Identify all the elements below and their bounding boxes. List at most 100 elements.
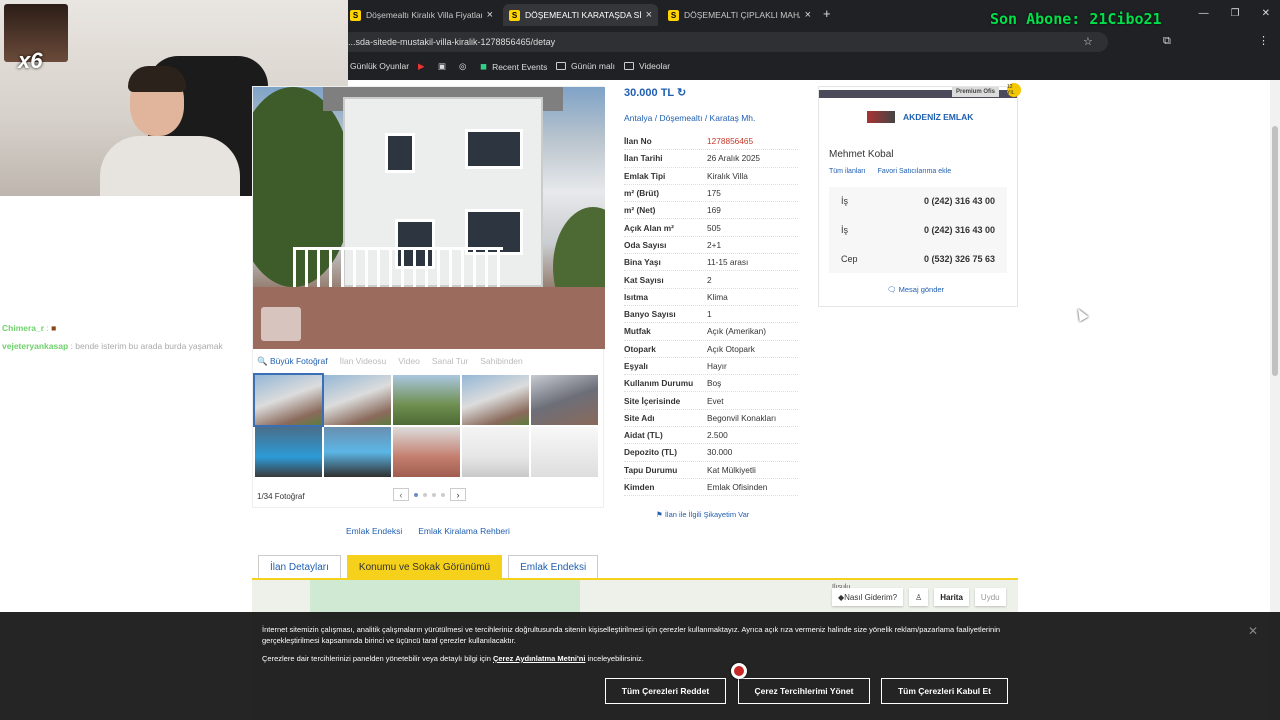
bookmark-recent-events[interactable]: ◼ Recent Events (480, 61, 547, 72)
listing-details-table: İlan No 1278856465 İlan Tarihi 26 Aralık 20… (624, 133, 798, 497)
thumbnail[interactable] (324, 375, 391, 425)
minimize-icon[interactable]: — (1199, 8, 1209, 19)
new-tab-icon[interactable]: + (823, 6, 831, 21)
directions-button[interactable]: ◆ Nasıl Giderim? (832, 588, 904, 606)
streamer (100, 66, 240, 196)
tab-real-estate-index[interactable]: Emlak Endeksi (508, 555, 599, 579)
page-dot[interactable] (432, 492, 436, 497)
thumbnail[interactable] (393, 427, 460, 477)
enlarge-photo-button[interactable]: 🔍 Büyük Fotoğraf (257, 356, 328, 367)
cookie-policy-link[interactable]: Çerez Aydınlatma Metni'ni (493, 654, 586, 663)
bookmark-videolar[interactable]: Videolar (624, 61, 670, 71)
page-dot[interactable] (414, 492, 418, 497)
real-estate-index-link[interactable]: Emlak Endeksi (346, 526, 402, 536)
phone-row: İş 0 (242) 316 43 00 (829, 187, 1007, 216)
image-icon[interactable]: ▣ (438, 61, 446, 72)
thumbnail[interactable] (253, 373, 324, 427)
all-listings-link[interactable]: Tüm ilanları (829, 168, 866, 175)
rental-guide-link[interactable]: Emlak Kiralama Rehberi (418, 526, 510, 536)
close-tab-icon[interactable]: × (487, 9, 493, 21)
thumbnail[interactable] (531, 375, 598, 425)
phone-number[interactable]: 0 (532) 326 75 63 (924, 254, 995, 264)
detail-value: 2+1 (707, 239, 722, 250)
satellite-view-button[interactable]: Uydu (974, 588, 1006, 606)
detail-value: Hayır (707, 361, 727, 371)
breadcrumb-district[interactable]: Döşemealtı (659, 113, 702, 123)
agent-name: Mehmet Kobal (829, 149, 894, 160)
close-tab-icon[interactable]: × (646, 9, 652, 21)
phone-list: İş 0 (242) 316 43 00 İş 0 (242) 316 43 00 … (829, 187, 1007, 274)
detail-key: Isıtma (624, 291, 648, 302)
next-page-button[interactable]: › (450, 488, 466, 501)
map-location-pin[interactable] (731, 663, 747, 679)
agency-logo (867, 111, 895, 123)
detail-value: 1278856465 (707, 136, 754, 147)
person-icon[interactable]: ♙ (909, 588, 929, 606)
scrollbar-thumb[interactable] (1272, 126, 1278, 376)
detail-row: Mutfak Açık (Amerikan) (624, 323, 798, 341)
reject-cookies-button[interactable]: Tüm Çerezleri Reddet (605, 678, 726, 704)
extensions-icon[interactable]: ⧉ (1163, 35, 1171, 48)
thumbnail[interactable] (324, 427, 391, 477)
price-history-icon[interactable]: ↻ (677, 87, 686, 99)
accept-cookies-button[interactable]: Tüm Çerezleri Kabul Et (881, 678, 1008, 704)
send-message-link[interactable]: 🗨 Mesaj gönder (887, 285, 944, 294)
breadcrumb-neighborhood[interactable]: Karataş Mh. (710, 113, 756, 123)
detail-key: Site Adı (624, 412, 655, 423)
detail-row: Kimden Emlak Ofisinden (624, 479, 798, 497)
tab-location-street-view[interactable]: Konumu ve Sokak Görünümü (346, 555, 503, 579)
agency-link[interactable]: AKDENİZ EMLAK (867, 111, 973, 123)
bookmark-gunluk-oyunlar[interactable]: Günlük Oyunlar (350, 61, 409, 71)
detail-row: Isıtma Klima (624, 289, 798, 306)
close-icon[interactable]: ✕ (1248, 624, 1258, 638)
manage-cookies-button[interactable]: Çerez Tercihlerimi Yönet (738, 678, 870, 704)
thumbnail-grid (253, 373, 598, 477)
map-view-button[interactable]: Harita (934, 588, 969, 606)
main-photo[interactable] (253, 87, 605, 349)
photo-count: 1/34 Fotoğraf (257, 492, 305, 501)
detail-key: Mutfak (624, 326, 651, 337)
address-bar[interactable]: ...sda-sitede-mustakil-villa-kiralik-127… (340, 32, 1108, 52)
star-icon[interactable]: ☆ (1083, 35, 1093, 48)
chat-user: vejeteryankasap (2, 341, 69, 351)
add-favorite-seller-link[interactable]: Favori Satıcılarıma ekle (878, 168, 952, 175)
browser-tab-2[interactable]: S DÖŞEMEALTI KARATAŞDA SİTE × (503, 4, 658, 26)
youtube-icon[interactable]: ▶ (418, 61, 425, 72)
maximize-icon[interactable]: ❐ (1231, 8, 1240, 19)
detail-value: Kiralık Villa (707, 170, 748, 181)
detail-key: Açık Alan m² (624, 222, 674, 233)
globe-icon[interactable]: ◎ (459, 61, 466, 72)
thumbnail[interactable] (531, 427, 598, 477)
close-window-icon[interactable]: ✕ (1262, 8, 1270, 19)
prev-page-button[interactable]: ‹ (393, 488, 409, 501)
detail-value: 2.500 (707, 430, 728, 441)
breadcrumb-city[interactable]: Antalya (624, 113, 652, 123)
thumbnail[interactable] (462, 427, 529, 477)
browser-tab-3[interactable]: S DÖŞEMEALTI ÇIPLAKLI MAHAL × (662, 4, 817, 26)
detail-key: Kullanım Durumu (624, 378, 694, 389)
report-label: İlan ile İlgili Şikayetim Var (664, 510, 750, 519)
page-dot[interactable] (423, 492, 427, 497)
thumbnail[interactable] (393, 375, 460, 425)
close-tab-icon[interactable]: × (805, 9, 811, 21)
chat-user: Chimera_r (2, 323, 45, 333)
detail-row: İlan No 1278856465 (624, 133, 798, 151)
page-dot[interactable] (441, 492, 445, 497)
phone-number[interactable]: 0 (242) 316 43 00 (924, 196, 995, 206)
bookmark-favicon-icon: ◼ (480, 61, 488, 71)
tab-listing-details[interactable]: İlan Detayları (258, 555, 341, 579)
years-badge: 12 YIL (1007, 83, 1021, 97)
phone-number[interactable]: 0 (242) 316 43 00 (924, 225, 995, 235)
report-listing-link[interactable]: ⚑ İlan ile İlgili Şikayetim Var (656, 510, 749, 519)
detail-row: Otopark Açık Otopark (624, 341, 798, 358)
thumbnail[interactable] (255, 427, 322, 477)
listing-video-button[interactable]: İlan Videosu (340, 356, 387, 366)
bookmark-gunun-mali[interactable]: Günün malı (556, 61, 615, 71)
owner-button[interactable]: Sahibinden (480, 356, 523, 366)
send-message-label: Mesaj gönder (898, 285, 945, 294)
menu-icon[interactable]: ⋮ (1258, 34, 1269, 47)
video-button[interactable]: Video (398, 356, 420, 366)
virtual-tour-button[interactable]: Sanal Tur (432, 356, 468, 366)
browser-tab-1[interactable]: S Döşemealtı Kiralık Villa Fiyatları × (344, 4, 499, 26)
thumbnail[interactable] (462, 375, 529, 425)
